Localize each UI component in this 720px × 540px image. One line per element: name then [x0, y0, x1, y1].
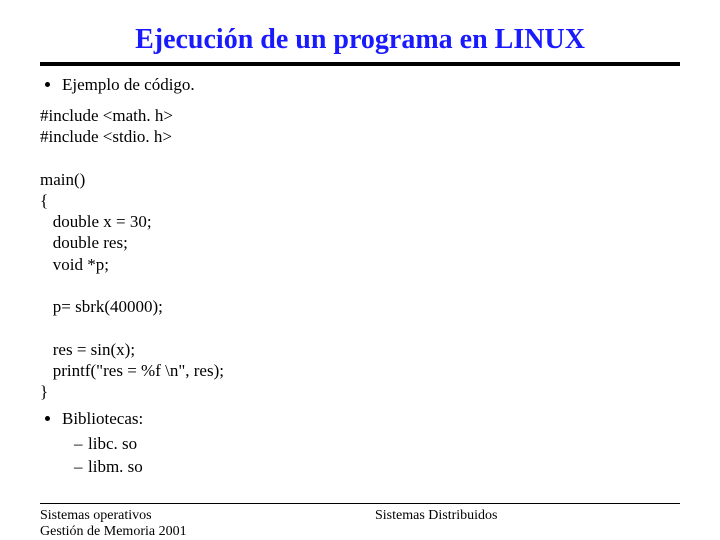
library-entry: libm. so	[88, 456, 680, 479]
code-block: #include <math. h> #include <stdio. h> m…	[40, 105, 680, 403]
libraries-item: Bibliotecas: libc. so libm. so	[62, 408, 680, 479]
libraries-list: Bibliotecas: libc. so libm. so	[40, 408, 680, 479]
footer-right: Sistemas Distribuidos	[345, 508, 680, 540]
footer-right-text: Sistemas Distribuidos	[375, 508, 680, 524]
libraries-label: Bibliotecas:	[62, 409, 143, 428]
footer-line2: Gestión de Memoria 2001	[40, 524, 345, 540]
footer: Sistemas operativos Gestión de Memoria 2…	[40, 503, 680, 540]
content-area: Ejemplo de código. #include <math. h> #i…	[40, 74, 680, 497]
page-title: Ejecución de un programa en LINUX	[40, 24, 680, 56]
library-entry: libc. so	[88, 433, 680, 456]
slide: Ejecución de un programa en LINUX Ejempl…	[0, 0, 720, 540]
footer-left: Sistemas operativos Gestión de Memoria 2…	[40, 508, 345, 540]
bullet-list: Ejemplo de código.	[40, 74, 680, 97]
bullet-item: Ejemplo de código.	[62, 74, 680, 97]
title-rule	[40, 62, 680, 66]
footer-line1: Sistemas operativos	[40, 508, 345, 524]
libraries-sublist: libc. so libm. so	[62, 433, 680, 479]
